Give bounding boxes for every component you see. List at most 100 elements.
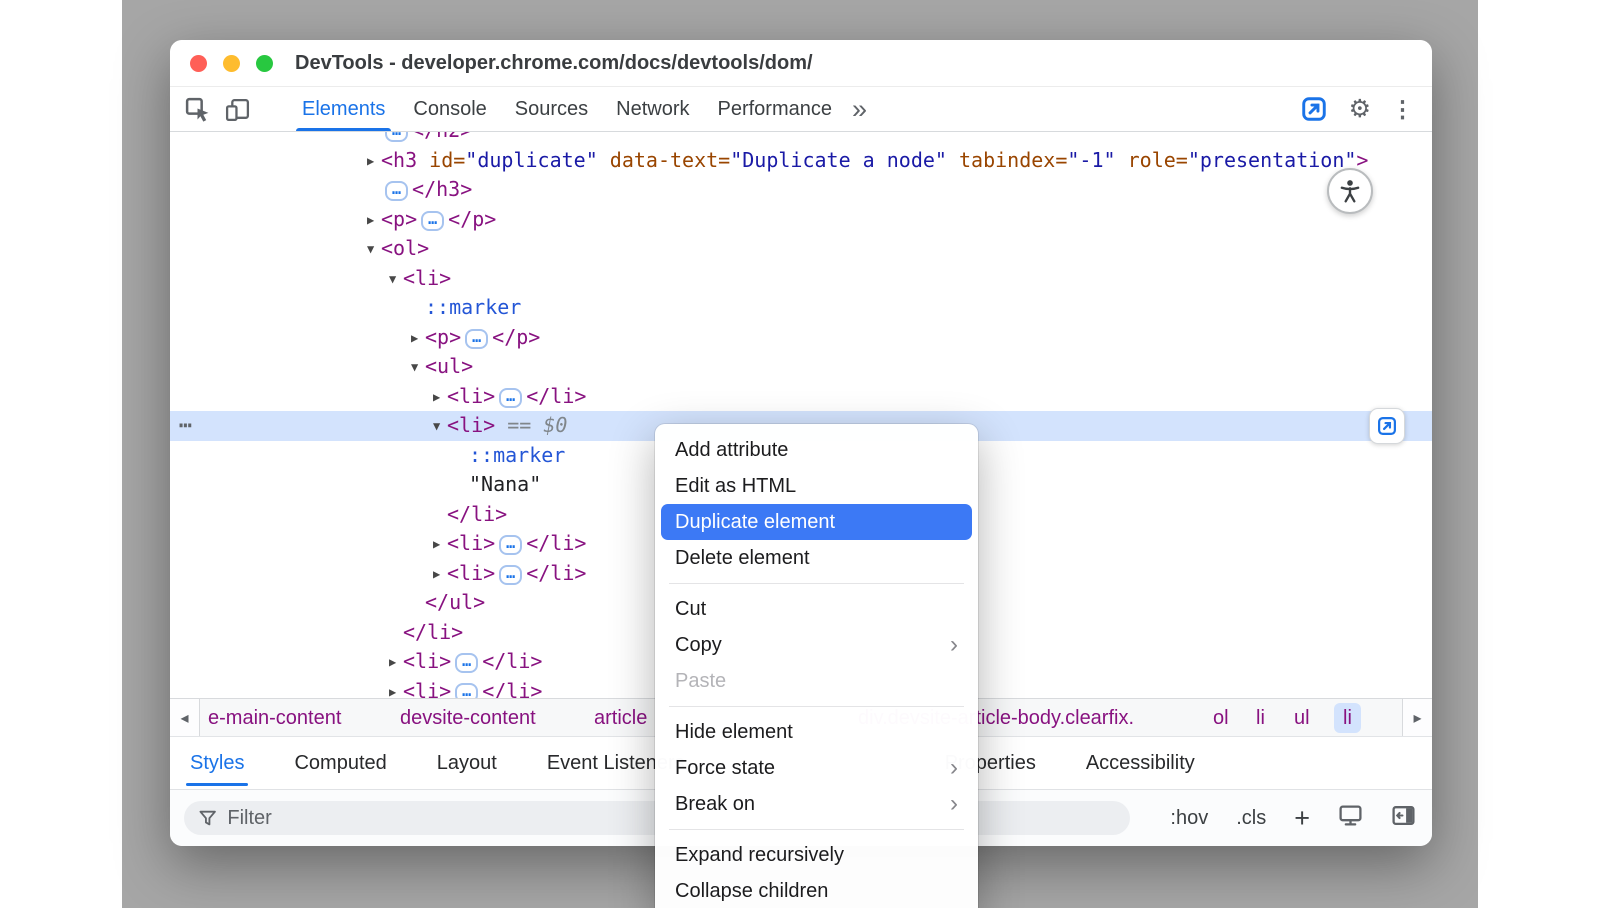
tab-elements[interactable]: Elements — [288, 87, 399, 131]
sidebar-tab-layout[interactable]: Layout — [437, 737, 497, 789]
breadcrumb-item[interactable]: li — [1256, 699, 1265, 737]
menu-item-label: Hide element — [675, 714, 793, 750]
menu-item-expand-recursively[interactable]: Expand recursively — [661, 837, 972, 873]
toggle-element-state-button[interactable]: :hov — [1170, 807, 1208, 830]
breadcrumb-scroll-left-icon[interactable]: ◂ — [170, 699, 200, 736]
menu-item-collapse-children[interactable]: Collapse children — [661, 873, 972, 908]
dom-row[interactable]: ▶<li>…</li> — [170, 382, 1432, 412]
dom-row[interactable]: ::marker — [170, 293, 1432, 323]
context-menu: Add attributeEdit as HTMLDuplicate eleme… — [655, 424, 978, 908]
window-titlebar: DevTools - developer.chrome.com/docs/dev… — [170, 40, 1432, 87]
dom-row[interactable]: ▼<ol> — [170, 234, 1432, 264]
more-panels-icon[interactable]: » — [852, 87, 867, 132]
code-token: <ol> — [381, 236, 429, 260]
tab-performance[interactable]: Performance — [704, 87, 847, 131]
menu-item-break-on[interactable]: Break on› — [661, 786, 972, 822]
code-token: </li> — [482, 649, 542, 673]
code-token: </li> — [447, 502, 507, 526]
expand-arrow-icon[interactable]: ▶ — [433, 530, 447, 560]
inline-expand-icon[interactable]: … — [421, 211, 444, 231]
code-token: </h2> — [412, 132, 472, 142]
breadcrumb-item[interactable]: ol — [1213, 699, 1229, 737]
expand-arrow-icon[interactable]: ▶ — [433, 560, 447, 590]
code-token: data-text= — [610, 148, 730, 172]
tab-console[interactable]: Console — [399, 87, 500, 131]
code-token: ::marker — [425, 295, 521, 319]
breadcrumb-item[interactable]: ul — [1294, 699, 1310, 737]
code-token — [1116, 148, 1128, 172]
sidebar-tab-styles[interactable]: Styles — [190, 737, 244, 789]
expand-arrow-icon[interactable]: ▶ — [367, 206, 381, 236]
sidebar-tab-accessibility[interactable]: Accessibility — [1086, 737, 1195, 789]
dom-row[interactable]: ▼<li> — [170, 264, 1432, 294]
expand-arrow-icon[interactable]: ▼ — [411, 353, 425, 383]
element-classes-button[interactable]: .cls — [1236, 807, 1266, 830]
dom-row[interactable]: …</h3> — [170, 175, 1432, 205]
menu-item-add-attribute[interactable]: Add attribute — [661, 432, 972, 468]
close-button[interactable] — [190, 55, 207, 72]
dom-row[interactable]: ▶<p>…</p> — [170, 323, 1432, 353]
code-token: <li> — [403, 679, 451, 699]
expand-arrow-icon[interactable]: ▶ — [389, 648, 403, 678]
menu-item-copy[interactable]: Copy› — [661, 627, 972, 663]
sidebar-tab-computed[interactable]: Computed — [294, 737, 386, 789]
dock-side-icon[interactable] — [1391, 803, 1416, 834]
zoom-button[interactable] — [256, 55, 273, 72]
new-style-rule-icon[interactable]: + — [1294, 808, 1310, 828]
breadcrumb-item[interactable]: e-main-content — [208, 699, 341, 737]
code-token: == $0 — [495, 413, 567, 437]
breadcrumb-item-selected[interactable]: li — [1334, 703, 1361, 733]
inline-expand-icon[interactable]: … — [499, 565, 522, 585]
expand-arrow-icon[interactable]: ▼ — [433, 412, 447, 442]
tab-sources[interactable]: Sources — [501, 87, 602, 131]
expand-arrow-icon[interactable]: ▶ — [411, 324, 425, 354]
menu-item-edit-as-html[interactable]: Edit as HTML — [661, 468, 972, 504]
dom-row[interactable]: ▼<ul> — [170, 352, 1432, 382]
inline-expand-icon[interactable]: … — [385, 132, 408, 142]
minimize-button[interactable] — [223, 55, 240, 72]
code-token: </li> — [526, 561, 586, 585]
menu-item-force-state[interactable]: Force state› — [661, 750, 972, 786]
expand-arrow-icon[interactable]: ▶ — [389, 678, 403, 699]
dom-row[interactable]: ▶<h3 id="duplicate" data-text="Duplicate… — [170, 146, 1432, 176]
dom-row[interactable]: ▶<p>…</p> — [170, 205, 1432, 235]
code-token: </li> — [482, 679, 542, 699]
inline-expand-icon[interactable]: … — [385, 181, 408, 201]
code-token: <li> — [403, 649, 451, 673]
row-overflow-icon[interactable]: ⋯ — [179, 411, 192, 441]
code-token: <li> — [447, 561, 495, 585]
breadcrumb-item[interactable]: article — [594, 699, 647, 737]
code-token: </li> — [526, 531, 586, 555]
code-token: </ul> — [425, 590, 485, 614]
code-token: <h3 — [381, 148, 417, 172]
expand-arrow-icon[interactable]: ▼ — [389, 265, 403, 295]
expand-arrow-icon[interactable]: ▼ — [367, 235, 381, 265]
inline-expand-icon[interactable]: … — [499, 535, 522, 555]
inspect-element-icon[interactable] — [182, 94, 212, 124]
rendering-icon[interactable] — [1338, 803, 1363, 834]
scroll-into-view-badge[interactable] — [1369, 408, 1405, 444]
breadcrumb-item[interactable]: devsite-content — [400, 699, 536, 737]
tab-network[interactable]: Network — [602, 87, 703, 131]
accessibility-person-icon[interactable] — [1327, 168, 1373, 214]
breadcrumb-scroll-right-icon[interactable]: ▸ — [1402, 699, 1432, 736]
element-focus-icon[interactable] — [1299, 94, 1329, 124]
inline-expand-icon[interactable]: … — [455, 653, 478, 673]
expand-arrow-icon[interactable]: ▶ — [367, 147, 381, 177]
menu-separator — [669, 583, 964, 584]
menu-item-label: Paste — [675, 663, 726, 699]
menu-item-delete-element[interactable]: Delete element — [661, 540, 972, 576]
dom-row[interactable]: … </h2> — [170, 132, 1432, 146]
kebab-menu-icon[interactable]: ⋮ — [1391, 96, 1414, 123]
expand-arrow-icon[interactable]: ▶ — [433, 383, 447, 413]
device-toolbar-icon[interactable] — [222, 94, 252, 124]
inline-expand-icon[interactable]: … — [455, 683, 478, 699]
settings-gear-icon[interactable]: ⚙ — [1349, 94, 1371, 124]
menu-item-cut[interactable]: Cut — [661, 591, 972, 627]
menu-item-duplicate-element[interactable]: Duplicate element — [661, 504, 972, 540]
inline-expand-icon[interactable]: … — [465, 329, 488, 349]
inline-expand-icon[interactable]: … — [499, 388, 522, 408]
menu-item-hide-element[interactable]: Hide element — [661, 714, 972, 750]
code-token: role= — [1128, 148, 1188, 172]
menu-item-label: Copy — [675, 627, 722, 663]
